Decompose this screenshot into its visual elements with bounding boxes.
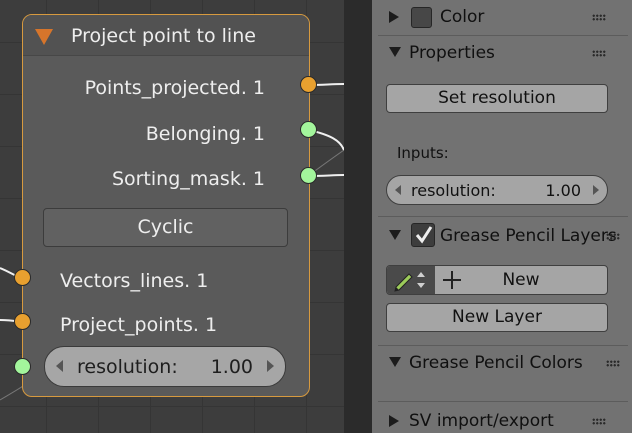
color-checkbox[interactable] bbox=[411, 7, 432, 28]
decrement-arrow-icon[interactable] bbox=[56, 360, 63, 372]
drag-grip-icon[interactable] bbox=[592, 14, 606, 21]
new-layer-button[interactable]: New Layer bbox=[386, 303, 608, 332]
region-divider[interactable] bbox=[344, 0, 372, 433]
resolution-value: 1.00 bbox=[210, 356, 253, 378]
section-header-properties[interactable]: Properties bbox=[372, 37, 632, 70]
divider bbox=[378, 401, 628, 402]
socket-sorting-mask[interactable] bbox=[300, 167, 317, 184]
socket-points-projected[interactable] bbox=[300, 76, 317, 93]
collapse-arrow-icon[interactable] bbox=[389, 230, 401, 240]
new-button-label: New bbox=[502, 270, 540, 290]
section-header-grease-pencil-colors[interactable]: Grease Pencil Colors bbox=[372, 347, 632, 380]
increment-arrow-icon[interactable] bbox=[267, 360, 274, 372]
section-title-grease-pencil-layers: Grease Pencil Layers bbox=[440, 226, 617, 246]
drag-grip-icon[interactable] bbox=[606, 360, 620, 367]
node-resolution-field[interactable]: resolution: 1.00 bbox=[44, 346, 286, 387]
expand-arrow-icon[interactable] bbox=[389, 415, 399, 427]
set-resolution-button[interactable]: Set resolution bbox=[386, 84, 608, 113]
socket-project-points[interactable] bbox=[14, 313, 31, 330]
collapse-triangle-icon[interactable] bbox=[35, 29, 53, 45]
socket-resolution[interactable] bbox=[14, 358, 31, 375]
section-header-color[interactable]: Color bbox=[372, 1, 632, 34]
inputs-label: Inputs: bbox=[397, 144, 449, 162]
expand-arrow-icon[interactable] bbox=[389, 11, 399, 23]
socket-belonging[interactable] bbox=[300, 121, 317, 138]
resolution-label: resolution: bbox=[411, 181, 496, 200]
node-editor[interactable]: Project point to line Points_projected. … bbox=[0, 0, 344, 433]
collapse-arrow-icon[interactable] bbox=[389, 357, 401, 367]
section-title-grease-pencil-colors: Grease Pencil Colors bbox=[409, 353, 583, 373]
section-header-grease-pencil-layers[interactable]: Grease Pencil Layers bbox=[372, 219, 632, 252]
project-point-to-line-node[interactable]: Project point to line Points_projected. … bbox=[22, 14, 310, 397]
section-title-color: Color bbox=[440, 7, 485, 27]
input-label-vectors-lines: Vectors_lines. 1 bbox=[60, 270, 209, 292]
output-label-belonging: Belonging. 1 bbox=[145, 123, 265, 145]
increment-arrow-icon[interactable] bbox=[593, 185, 599, 195]
decrement-arrow-icon[interactable] bbox=[395, 185, 401, 195]
socket-vectors-lines[interactable] bbox=[14, 269, 31, 286]
checkmark-icon bbox=[415, 226, 433, 244]
node-header[interactable]: Project point to line bbox=[23, 15, 309, 56]
section-title-sv-import-export: SV import/export bbox=[409, 411, 554, 431]
drag-grip-icon[interactable] bbox=[592, 50, 606, 57]
output-label-points-projected: Points_projected. 1 bbox=[84, 77, 265, 99]
collapse-arrow-icon[interactable] bbox=[389, 47, 401, 57]
new-grease-pencil-button[interactable]: New bbox=[435, 266, 607, 294]
input-label-project-points: Project_points. 1 bbox=[60, 314, 218, 336]
drag-grip-icon[interactable] bbox=[592, 418, 606, 425]
resolution-value: 1.00 bbox=[545, 181, 581, 200]
node-title: Project point to line bbox=[71, 25, 256, 47]
section-title-properties: Properties bbox=[409, 43, 495, 63]
grease-pencil-layers-checkbox[interactable] bbox=[411, 223, 435, 247]
properties-panel: Color Properties Set resolution Inputs: … bbox=[372, 0, 632, 433]
divider bbox=[378, 345, 628, 346]
grease-pencil-datablock-selector[interactable]: New bbox=[386, 265, 608, 295]
grease-pencil-browse[interactable] bbox=[387, 266, 435, 294]
section-header-sv-import-export[interactable]: SV import/export bbox=[372, 405, 632, 433]
divider bbox=[378, 35, 628, 36]
divider bbox=[378, 216, 628, 217]
pencil-icon bbox=[394, 272, 425, 292]
output-label-sorting-mask: Sorting_mask. 1 bbox=[111, 168, 265, 190]
panel-resolution-field[interactable]: resolution: 1.00 bbox=[386, 175, 608, 205]
resolution-label: resolution: bbox=[77, 356, 178, 378]
cyclic-button[interactable]: Cyclic bbox=[43, 208, 288, 247]
drag-grip-icon[interactable] bbox=[606, 233, 620, 240]
